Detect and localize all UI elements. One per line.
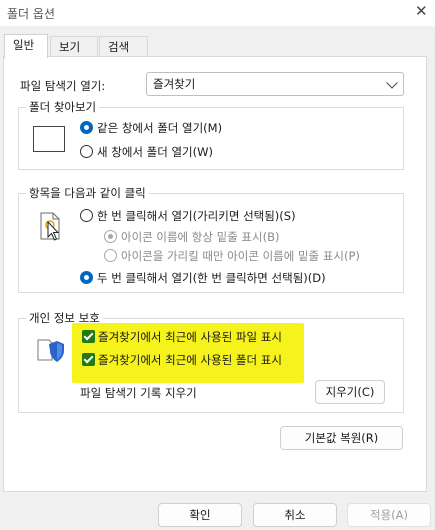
ok-button[interactable]: 확인 — [158, 503, 242, 527]
underline-always-label: 아이콘 이름에 항상 밑줄 표시(B) — [121, 230, 280, 244]
tab-view[interactable]: 보기 — [50, 36, 98, 56]
tab-view-label: 보기 — [59, 40, 81, 54]
close-icon[interactable]: ✕ — [415, 2, 428, 20]
explorer-open-value: 즐겨찾기 — [153, 77, 196, 91]
show-recent-files-checkbox[interactable] — [82, 330, 95, 343]
double-click-radio[interactable] — [80, 271, 93, 284]
show-frequent-folders-label[interactable]: 즐겨찾기에서 최근에 사용된 폴더 표시 — [98, 352, 282, 368]
show-frequent-folders-checkbox[interactable] — [82, 353, 95, 366]
click-items-legend: 항목을 다음과 같이 클릭 — [26, 185, 149, 201]
single-click-label[interactable]: 한 번 클릭해서 열기(가리키면 선택됨)(S) — [97, 208, 296, 224]
new-window-radio[interactable] — [80, 145, 93, 158]
new-window-label[interactable]: 새 창에서 폴더 열기(W) — [97, 144, 213, 160]
single-click-radio[interactable] — [80, 209, 93, 222]
tab-general-label: 일반 — [13, 38, 35, 52]
clear-history-label: 파일 탐색기 기록 지우기 — [80, 386, 197, 400]
privacy-shield-icon — [35, 334, 65, 367]
underline-always-radio[interactable] — [104, 230, 117, 243]
restore-defaults-button[interactable]: 기본값 복원(R) — [280, 426, 403, 450]
double-click-label[interactable]: 두 번 클릭해서 열기(한 번 클릭하면 선택됨)(D) — [97, 270, 326, 286]
browse-folders-group — [18, 107, 404, 170]
tab-search[interactable]: 검색 — [99, 36, 148, 56]
underline-hover-label: 아이콘을 가리킬 때만 아이콘 이름에 밑줄 표시(P) — [121, 249, 360, 263]
title-bar: 폴더 옵션 ✕ — [0, 0, 435, 26]
tab-search-label: 검색 — [108, 40, 130, 54]
underline-hover-radio[interactable] — [104, 249, 117, 262]
folder-window-icon — [33, 126, 65, 152]
browse-folders-legend: 폴더 찾아보기 — [26, 99, 100, 115]
apply-button[interactable]: 적용(A) — [347, 503, 431, 527]
cancel-button[interactable]: 취소 — [253, 503, 337, 527]
same-window-radio[interactable] — [80, 121, 93, 134]
pointer-document-icon — [39, 212, 63, 245]
same-window-label[interactable]: 같은 창에서 폴더 열기(M) — [97, 120, 222, 136]
tab-general[interactable]: 일반 — [4, 34, 48, 58]
show-recent-files-label[interactable]: 즐겨찾기에서 최근에 사용된 파일 표시 — [98, 329, 282, 345]
window-title: 폴더 옵션 — [7, 7, 55, 21]
chevron-down-icon — [386, 77, 398, 89]
explorer-open-select[interactable]: 즐겨찾기 — [146, 72, 404, 96]
clear-history-button[interactable]: 지우기(C) — [315, 380, 385, 404]
explorer-open-label: 파일 탐색기 열기: — [20, 79, 106, 93]
